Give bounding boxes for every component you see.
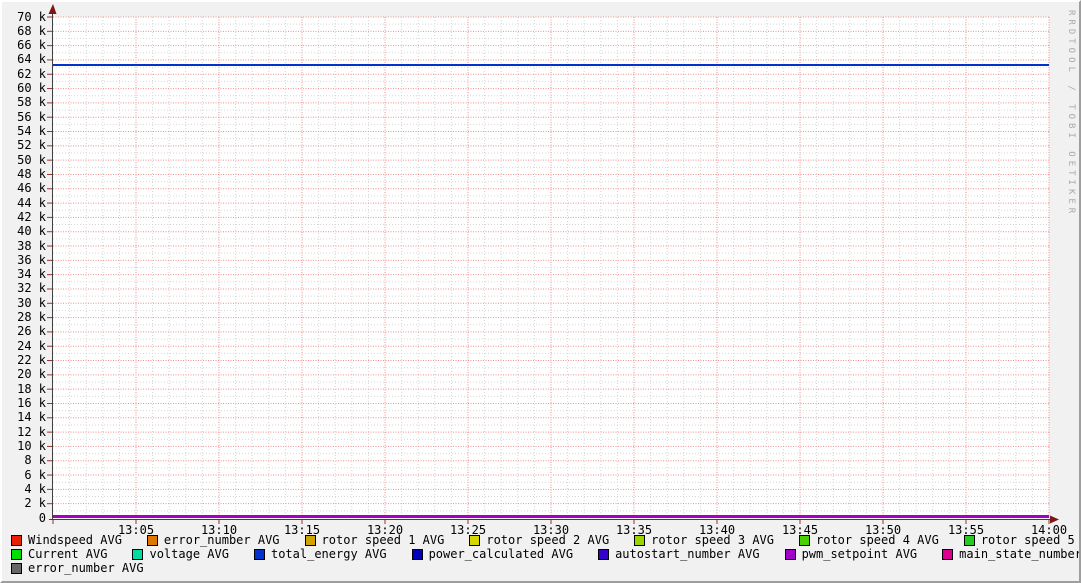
legend-label: error_number AVG — [28, 561, 144, 575]
y-tick-label: 38 k — [17, 238, 46, 253]
y-tick-label: 0 — [38, 510, 46, 525]
legend-item: autostart_number AVG — [598, 547, 760, 561]
y-tick-label: 40 k — [17, 224, 46, 239]
y-tick-label: 58 k — [17, 95, 46, 110]
y-tick-label: 62 k — [17, 66, 46, 81]
legend-item: Windspeed AVG — [11, 533, 122, 547]
legend-row: Windspeed AVG error_number AVG rotor speed… — [11, 533, 1079, 547]
y-tick-label: 42 k — [17, 209, 46, 224]
legend-item: rotor speed 1 AVG — [304, 533, 445, 547]
legend-swatch-icon — [411, 548, 423, 560]
legend-swatch-icon — [784, 548, 796, 560]
y-tick-label: 48 k — [17, 166, 46, 181]
legend-swatch-icon — [963, 534, 975, 546]
legend-row: error_number AVG — [11, 561, 1079, 575]
y-tick-label: 32 k — [17, 281, 46, 296]
y-tick-label: 68 k — [17, 23, 46, 38]
rrdtool-watermark: RRDTOOL / TOBI OETIKER — [1066, 10, 1076, 218]
y-tick-label: 54 k — [17, 124, 46, 138]
legend-item: rotor speed 4 AVG — [799, 533, 939, 547]
legend-row: Current AVG voltage AVG total_energy AVG po… — [11, 547, 1081, 561]
legend-label: rotor speed 1 AVG — [321, 533, 445, 547]
legend-label: total_energy AVG — [270, 547, 387, 561]
y-tick-label: 4 k — [24, 481, 46, 496]
y-tick-label: 36 k — [17, 252, 46, 267]
y-tick-label: 20 k — [17, 367, 46, 382]
legend-item: pwm_setpoint AVG — [784, 547, 918, 561]
legend-label: rotor speed 2 AVG — [486, 533, 610, 547]
legend-swatch-icon — [11, 548, 22, 560]
legend-item: error_number AVG — [146, 533, 280, 547]
legend-item: rotor speed 2 AVG — [469, 533, 609, 547]
legend-label: power_calculated AVG — [428, 547, 574, 561]
legend-item: rotor speed 3 AVG — [634, 533, 774, 547]
y-tick-label: 10 k — [17, 438, 46, 453]
legend-item: Current AVG — [11, 547, 107, 561]
y-tick-label: 8 k — [24, 453, 46, 468]
y-tick-label: 64 k — [17, 52, 46, 67]
legend-swatch-icon — [146, 534, 158, 546]
y-tick-label: 50 k — [17, 152, 46, 167]
legend-swatch-icon — [598, 548, 610, 560]
y-tick-label: 52 k — [17, 138, 46, 153]
legend-swatch-icon — [304, 534, 316, 546]
legend-swatch-icon — [132, 548, 144, 560]
y-tick-label: 14 k — [17, 410, 46, 425]
legend-item: main_state_number AVG — [942, 547, 1081, 561]
y-tick-label: 18 k — [17, 381, 46, 396]
legend-item: error_number AVG — [11, 561, 144, 575]
y-tick-label: 2 k — [24, 496, 46, 511]
legend-item: rotor speed 5 AVG — [963, 533, 1079, 547]
legend-label: pwm_setpoint AVG — [801, 547, 918, 561]
legend-label: error_number AVG — [163, 533, 280, 547]
legend-item: power_calculated AVG — [411, 547, 574, 561]
y-tick-label: 6 k — [24, 467, 46, 482]
legend-swatch-icon — [11, 562, 22, 574]
legend-swatch-icon — [942, 548, 954, 560]
legend-swatch-icon — [469, 534, 481, 546]
y-tick-label: 12 k — [17, 424, 46, 439]
y-tick-label: 26 k — [17, 324, 46, 339]
legend-label: rotor speed 4 AVG — [816, 533, 939, 547]
chart-grid-and-series — [47, 4, 1059, 524]
y-tick-label: 44 k — [17, 195, 46, 210]
legend-swatch-icon — [253, 548, 265, 560]
legend-label: Windspeed AVG — [28, 533, 122, 547]
legend-swatch-icon — [11, 534, 22, 546]
y-tick-label: 28 k — [17, 310, 46, 325]
y-tick-label: 16 k — [17, 395, 46, 410]
legend-swatch-icon — [799, 534, 810, 546]
legend-label: main_state_number AVG — [959, 547, 1081, 561]
legend-label: autostart_number AVG — [615, 547, 760, 561]
legend-item: voltage AVG — [132, 547, 229, 561]
y-tick-label: 30 k — [17, 295, 46, 310]
y-tick-label: 60 k — [17, 81, 46, 96]
y-tick-label: 66 k — [17, 38, 46, 53]
legend-label: voltage AVG — [149, 547, 229, 561]
legend-label: rotor speed 3 AVG — [651, 533, 774, 547]
y-tick-label: 22 k — [17, 353, 46, 368]
legend-item: total_energy AVG — [253, 547, 387, 561]
legend-label: Current AVG — [28, 547, 108, 561]
y-tick-label: 24 k — [17, 338, 46, 353]
y-tick-label: 34 k — [17, 267, 46, 282]
y-tick-label: 46 k — [17, 181, 46, 196]
y-tick-label: 56 k — [17, 109, 46, 124]
y-tick-label: 70 k — [17, 9, 46, 24]
rrdtool-graph: 70 k 68 k 66 k 64 k 62 k 60 k 58 k 56 k 54 k 52 k… — [0, 0, 1081, 583]
legend-swatch-icon — [634, 534, 646, 546]
legend: Windspeed AVG error_number AVG rotor speed… — [11, 533, 1081, 575]
legend-label: rotor speed 5 AVG — [980, 533, 1075, 547]
